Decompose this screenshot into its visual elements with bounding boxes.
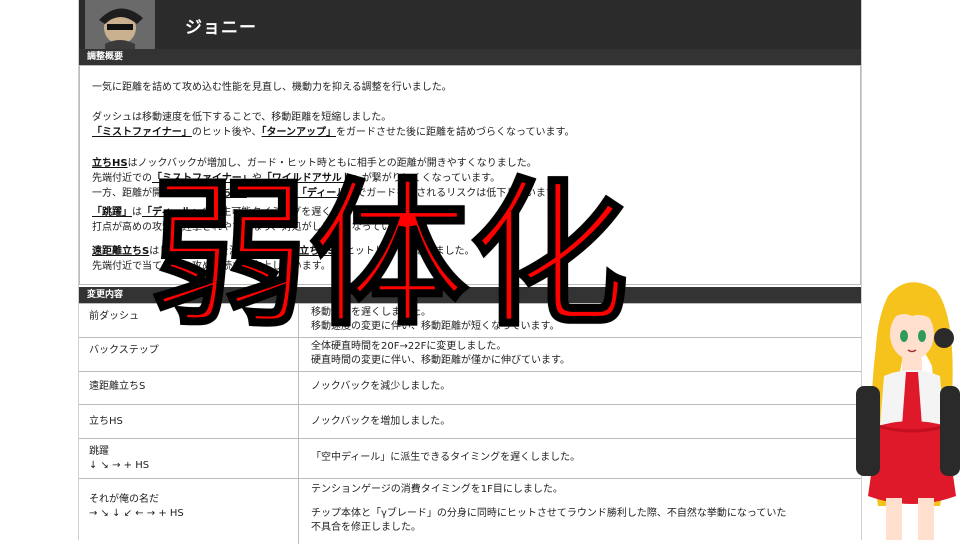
change-detail-line: チップ本体と「γブレード」の分身に同時にヒットさせてラウンド勝利した際、不自然な…	[311, 508, 787, 519]
character-header: ジョニー	[79, 0, 861, 49]
change-details-cell: ノックバックを減少しました。	[299, 372, 861, 404]
change-detail-spacer	[311, 497, 849, 507]
move-name: それが俺の名だ	[89, 494, 159, 505]
move-name-cell: 跳躍 ↓ ↘ → + HS	[79, 439, 299, 478]
move-name-cell: それが俺の名だ → ↘ ↓ ↙ ← → + HS	[79, 479, 299, 544]
character-portrait-icon	[85, 0, 155, 49]
character-name: ジョニー	[185, 18, 257, 38]
move-name: 立ちHS	[89, 416, 123, 427]
change-details-cell: 「空中ディール」に派生できるタイミングを遅くしました。	[299, 439, 861, 478]
move-name-cell: 遠距離立ちS	[79, 372, 299, 404]
summary-line: 一気に距離を詰めて攻め込む性能を見直し、機動力を抑える調整を行いました。	[92, 82, 452, 93]
summary-paragraph-2: ダッシュは移動速度を低下することで、移動距離を短縮しました。 「ミストファイナー…	[92, 110, 575, 140]
table-row: 立ちHS ノックバックを増加しました。	[79, 405, 861, 439]
nerf-stamp-text: 弱体化	[149, 163, 630, 348]
summary-line: 「ミストファイナー」のヒット後や、「ターンアップ」をガードさせた後に距離を詰めづ…	[92, 127, 575, 138]
summary-section-header: 調整概要	[79, 49, 861, 65]
move-notation: ↓ ↘ → + HS	[89, 460, 150, 471]
change-detail-line: 「空中ディール」に派生できるタイミングを遅くしました。	[311, 452, 581, 463]
move-notation: → ↘ ↓ ↙ ← → + HS	[89, 508, 184, 519]
change-details-cell: ノックバックを増加しました。	[299, 405, 861, 438]
move-name: 跳躍	[89, 446, 109, 457]
change-detail-line: ノックバックを増加しました。	[311, 416, 451, 427]
move-name-cell: 立ちHS	[79, 405, 299, 438]
change-detail-line: ノックバックを減少しました。	[311, 381, 451, 392]
summary-paragraph-1: 一気に距離を詰めて攻め込む性能を見直し、機動力を抑える調整を行いました。	[92, 80, 452, 95]
move-name: 遠距離立ちS	[89, 381, 146, 392]
table-row: それが俺の名だ → ↘ ↓ ↙ ← → + HS テンションゲージの消費タイミン…	[79, 479, 861, 544]
change-detail-line: テンションゲージの消費タイミングを1F目にしました。	[311, 484, 563, 495]
table-row: 跳躍 ↓ ↘ → + HS 「空中ディール」に派生できるタイミングを遅くしました…	[79, 439, 861, 479]
table-row: 遠距離立ちS ノックバックを減少しました。	[79, 372, 861, 405]
change-details-cell: テンションゲージの消費タイミングを1F目にしました。 チップ本体と「γブレード」…	[299, 479, 861, 544]
change-detail-line: 不具合を修正しました。	[311, 522, 421, 533]
summary-line: ダッシュは移動速度を低下することで、移動距離を短縮しました。	[92, 112, 392, 123]
change-detail-line: 硬直時間の変更に伴い、移動距離が僅かに伸びています。	[311, 355, 570, 366]
vtuber-avatar-icon	[848, 276, 960, 540]
